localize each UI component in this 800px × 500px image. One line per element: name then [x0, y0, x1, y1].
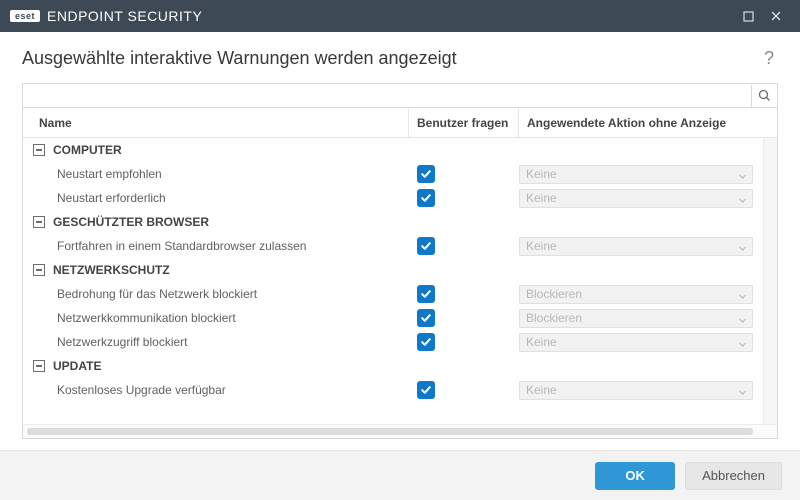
grid-header: Name Benutzer fragen Angewendete Aktion … [23, 108, 777, 138]
header: Ausgewählte interaktive Warnungen werden… [0, 32, 800, 83]
chevron-down-icon [738, 242, 747, 256]
chevron-down-icon [738, 314, 747, 328]
dropdown-value: Keine [526, 167, 557, 181]
titlebar: eset ENDPOINT SECURITY [0, 0, 800, 32]
setting-row: Neustart erforderlich Keine [23, 186, 777, 210]
ask-user-checkbox[interactable] [417, 189, 435, 207]
vertical-scrollbar[interactable] [763, 138, 777, 424]
column-header-action[interactable]: Angewendete Aktion ohne Anzeige [519, 108, 763, 137]
horizontal-scrollbar[interactable] [23, 424, 777, 438]
setting-row: Netzwerkzugriff blockiert Keine [23, 330, 777, 354]
dropdown-value: Keine [526, 191, 557, 205]
collapse-icon[interactable] [33, 360, 45, 372]
setting-row: Kostenloses Upgrade verfügbar Keine [23, 378, 777, 402]
setting-row: Netzwerkkommunikation blockiert Blockiere… [23, 306, 777, 330]
dialog-footer: OK Abbrechen [0, 450, 800, 500]
help-icon[interactable]: ? [760, 48, 778, 69]
setting-row: Fortfahren in einem Standardbrowser zula… [23, 234, 777, 258]
group-row[interactable]: NETZWERKSCHUTZ [23, 258, 777, 282]
product-name: ENDPOINT SECURITY [47, 8, 202, 24]
action-dropdown[interactable]: Keine [519, 189, 753, 208]
group-label: COMPUTER [53, 143, 122, 157]
chevron-down-icon [738, 338, 747, 352]
group-label: NETZWERKSCHUTZ [53, 263, 170, 277]
chevron-down-icon [738, 170, 747, 184]
chevron-down-icon [738, 194, 747, 208]
setting-label: Netzwerkzugriff blockiert [57, 335, 188, 349]
action-dropdown[interactable]: Blockieren [519, 309, 753, 328]
column-header-name[interactable]: Name [23, 108, 409, 137]
grid-toolbar [22, 83, 778, 107]
setting-label: Bedrohung für das Netzwerk blockiert [57, 287, 257, 301]
page-title: Ausgewählte interaktive Warnungen werden… [22, 48, 760, 69]
action-dropdown[interactable]: Keine [519, 165, 753, 184]
setting-label: Neustart empfohlen [57, 167, 162, 181]
minimize-icon[interactable] [734, 2, 762, 30]
dropdown-value: Keine [526, 383, 557, 397]
setting-row: Bedrohung für das Netzwerk blockiert Bloc… [23, 282, 777, 306]
column-header-ask[interactable]: Benutzer fragen [409, 108, 519, 137]
ask-user-checkbox[interactable] [417, 285, 435, 303]
brand-badge: eset [10, 10, 40, 22]
dropdown-value: Blockieren [526, 311, 582, 325]
action-dropdown[interactable]: Blockieren [519, 285, 753, 304]
ok-button[interactable]: OK [595, 462, 675, 490]
setting-row: Neustart empfohlen Keine [23, 162, 777, 186]
group-label: UPDATE [53, 359, 101, 373]
search-icon[interactable] [751, 85, 777, 107]
ask-user-checkbox[interactable] [417, 333, 435, 351]
dropdown-value: Keine [526, 239, 557, 253]
group-row[interactable]: UPDATE [23, 354, 777, 378]
setting-label: Kostenloses Upgrade verfügbar [57, 383, 226, 397]
dropdown-value: Keine [526, 335, 557, 349]
action-dropdown[interactable]: Keine [519, 333, 753, 352]
setting-label: Fortfahren in einem Standardbrowser zula… [57, 239, 306, 253]
ask-user-checkbox[interactable] [417, 237, 435, 255]
chevron-down-icon [738, 290, 747, 304]
group-row[interactable]: GESCHÜTZTER BROWSER [23, 210, 777, 234]
grid-body: COMPUTERNeustart empfohlenKeineNeustart … [23, 138, 777, 424]
chevron-down-icon [738, 386, 747, 400]
action-dropdown[interactable]: Keine [519, 381, 753, 400]
action-dropdown[interactable]: Keine [519, 237, 753, 256]
collapse-icon[interactable] [33, 264, 45, 276]
dropdown-value: Blockieren [526, 287, 582, 301]
cancel-button[interactable]: Abbrechen [685, 462, 782, 490]
setting-label: Netzwerkkommunikation blockiert [57, 311, 236, 325]
collapse-icon[interactable] [33, 144, 45, 156]
ask-user-checkbox[interactable] [417, 381, 435, 399]
ask-user-checkbox[interactable] [417, 309, 435, 327]
settings-grid: Name Benutzer fragen Angewendete Aktion … [22, 107, 778, 439]
collapse-icon[interactable] [33, 216, 45, 228]
setting-label: Neustart erforderlich [57, 191, 166, 205]
group-row[interactable]: COMPUTER [23, 138, 777, 162]
group-label: GESCHÜTZTER BROWSER [53, 215, 209, 229]
close-icon[interactable] [762, 2, 790, 30]
ask-user-checkbox[interactable] [417, 165, 435, 183]
